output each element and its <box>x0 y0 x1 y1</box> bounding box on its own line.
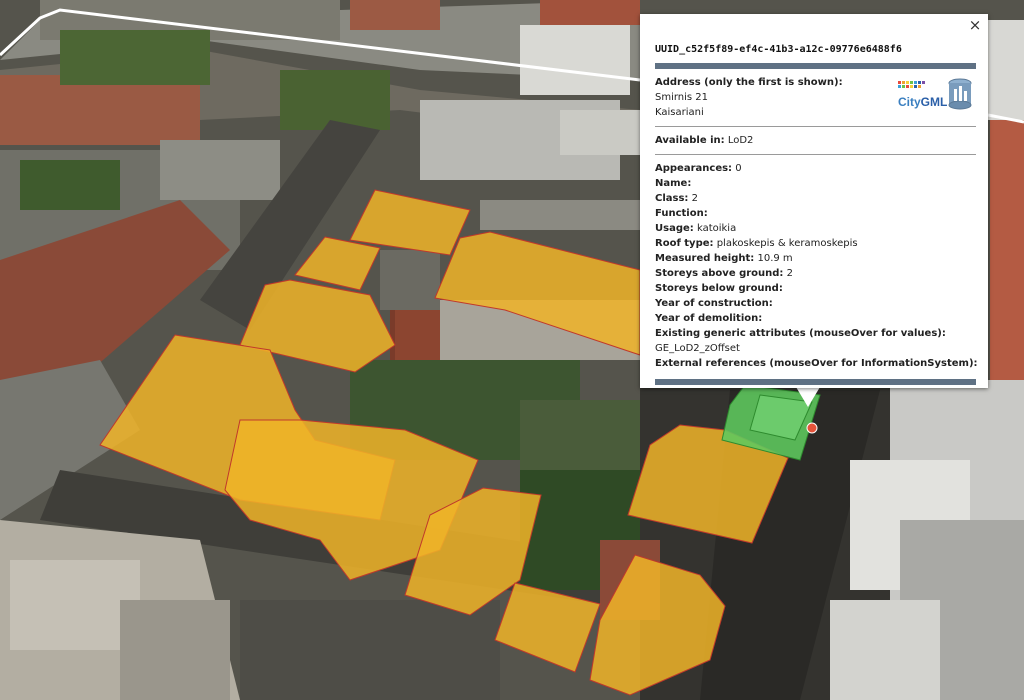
attr-value: 2 <box>691 193 698 204</box>
attr-label: External references (mouseOver for Infor… <box>655 358 978 369</box>
attr-value: katoikia <box>696 223 737 234</box>
attr-label: Measured height: <box>655 253 755 264</box>
attr-name: Name: <box>655 176 976 191</box>
attr-value: plakoskepis & keramoskepis <box>716 238 858 249</box>
section-divider <box>655 154 976 155</box>
attr-usage: Usage: katoikia <box>655 221 976 236</box>
attr-class: Class: 2 <box>655 191 976 206</box>
header-divider <box>655 63 976 69</box>
generic-attribute-value[interactable]: GE_LoD2_zOffset <box>655 341 976 356</box>
address-section: Address (only the first is shown): Smirn… <box>655 75 976 120</box>
attr-value: 2 <box>786 268 793 279</box>
balloon-title: UUID_c52f5f89-ef4c-41b3-a12c-09776e6488f… <box>655 44 902 55</box>
attr-year-construction: Year of construction: <box>655 296 976 311</box>
attr-storeys-below: Storeys below ground: <box>655 281 976 296</box>
section-divider <box>655 126 976 127</box>
location-marker-icon[interactable] <box>806 422 818 434</box>
attr-value: 10.9 m <box>757 253 793 264</box>
attr-label: Class: <box>655 193 689 204</box>
available-label: Available in: <box>655 135 725 146</box>
available-value: LoD2 <box>727 135 754 146</box>
balloon-pointer <box>796 387 820 407</box>
attr-label: Roof type: <box>655 238 714 249</box>
attr-label: Storeys above ground: <box>655 268 784 279</box>
citygml-logo-icon: CityGML <box>894 75 976 115</box>
attr-label: Name: <box>655 178 692 189</box>
attr-external-references: External references (mouseOver for Infor… <box>655 356 978 371</box>
logo-text-city: City <box>898 95 921 109</box>
logo-text-gml: GML <box>920 95 948 109</box>
attr-value: 0 <box>735 163 742 174</box>
attr-label: Existing generic attributes (mouseOver f… <box>655 328 946 339</box>
attr-roof-type: Roof type: plakoskepis & keramoskepis <box>655 236 976 251</box>
attr-label: Function: <box>655 208 708 219</box>
info-balloon: × UUID_c52f5f89-ef4c-41b3-a12c-09776e648… <box>640 14 988 388</box>
attr-measured-height: Measured height: 10.9 m <box>655 251 976 266</box>
attr-storeys-above: Storeys above ground: 2 <box>655 266 976 281</box>
attr-generic: Existing generic attributes (mouseOver f… <box>655 326 976 341</box>
attr-appearances: Appearances: 0 <box>655 161 976 176</box>
availability-row: Available in: LoD2 <box>655 133 976 148</box>
attr-label: Year of construction: <box>655 298 773 309</box>
attr-function: Function: <box>655 206 976 221</box>
attr-label: Appearances: <box>655 163 733 174</box>
attr-year-demolition: Year of demolition: <box>655 311 976 326</box>
footer-divider <box>655 379 976 385</box>
close-button[interactable]: × <box>966 16 984 34</box>
attr-label: Usage: <box>655 223 694 234</box>
attr-label: Storeys below ground: <box>655 283 783 294</box>
attr-label: Year of demolition: <box>655 313 763 324</box>
